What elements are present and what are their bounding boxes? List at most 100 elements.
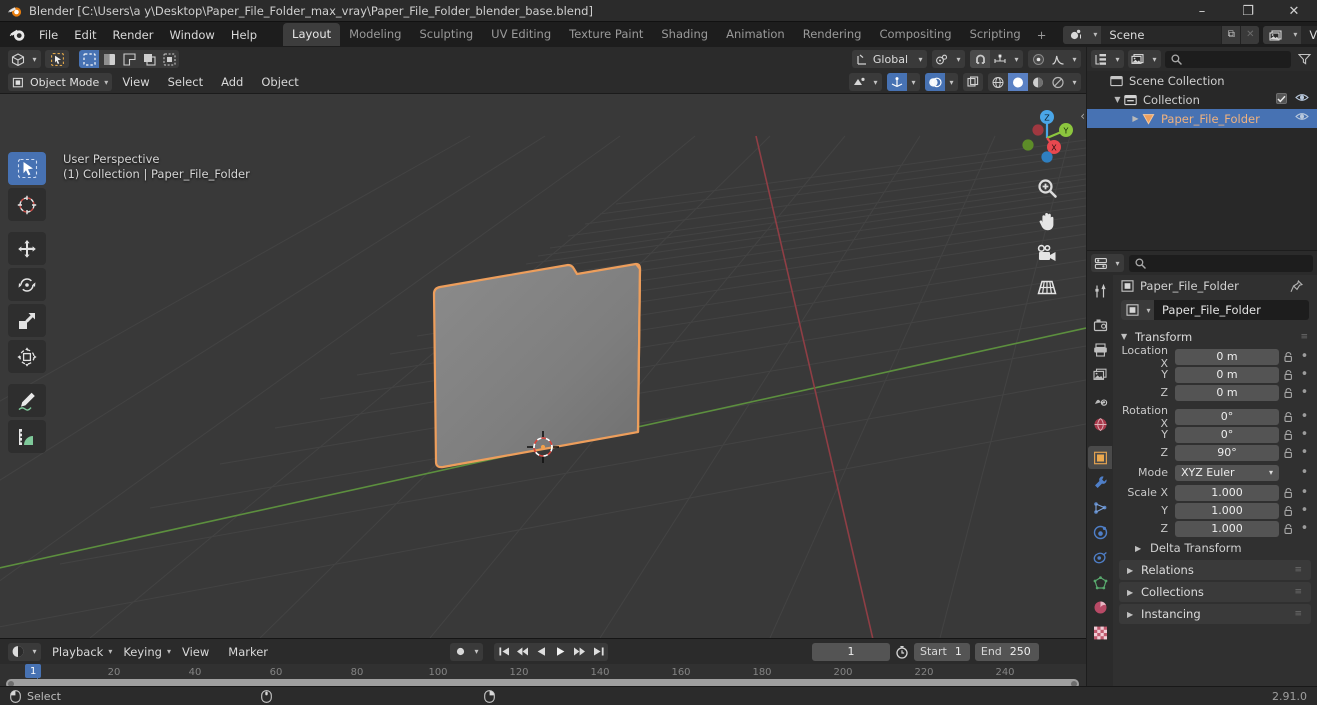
panel-drag-handle[interactable]: ≡: [1294, 587, 1311, 597]
timeline-ruler[interactable]: 20 40 60 80 100 120 140 160 180 200 220 240 1: [0, 664, 1086, 687]
editor-type-chevron-icon[interactable]: ▾: [28, 50, 41, 68]
maximize-button[interactable]: ❐: [1225, 0, 1271, 22]
lock-icon[interactable]: [1279, 411, 1298, 423]
properties-search-input[interactable]: [1129, 254, 1313, 272]
transform-panel-drag-handle[interactable]: ≡: [1300, 332, 1317, 342]
tab-texture-paint[interactable]: Texture Paint: [560, 23, 652, 46]
auto-key-chevron-icon[interactable]: ▾: [470, 643, 483, 661]
panel-expand-triangle-icon[interactable]: ▶: [1127, 588, 1135, 597]
overlays-toggle-group[interactable]: ▾: [925, 73, 958, 91]
properties-editor-type-selector[interactable]: ▾: [1091, 254, 1124, 272]
animate-property-dot[interactable]: •: [1298, 485, 1311, 500]
animate-property-dot[interactable]: •: [1298, 385, 1311, 400]
tab-layout[interactable]: Layout: [283, 23, 341, 46]
view-layer-selector[interactable]: ▾ View Layer ⧉ ✕: [1263, 25, 1317, 44]
blender-menu-icon[interactable]: [8, 25, 27, 44]
rotation-mode-dropdown[interactable]: XYZ Euler ▾: [1175, 464, 1279, 481]
jump-to-end-button[interactable]: [589, 643, 608, 661]
outliner-visibility-eye-icon[interactable]: [1295, 92, 1309, 103]
render-tab[interactable]: [1088, 313, 1112, 336]
properties-tab-column[interactable]: [1087, 275, 1113, 686]
menu-help[interactable]: Help: [223, 25, 265, 45]
field-value[interactable]: 0 m: [1175, 384, 1279, 401]
shading-chevron-icon[interactable]: ▾: [1068, 73, 1081, 91]
object-tab[interactable]: [1088, 446, 1112, 469]
scene-tab[interactable]: [1088, 388, 1112, 411]
field-value[interactable]: 0 m: [1175, 348, 1279, 365]
proportional-editing-controls[interactable]: ▾: [1028, 50, 1081, 68]
prev-keyframe-button[interactable]: [513, 643, 532, 661]
lock-icon[interactable]: [1279, 523, 1298, 535]
annotate-tool[interactable]: [8, 384, 46, 417]
auto-keying-toggle[interactable]: ▾: [450, 642, 483, 661]
animate-property-dot[interactable]: •: [1298, 427, 1311, 442]
field-value[interactable]: 1.000: [1175, 484, 1279, 501]
new-scene-button[interactable]: ⧉: [1221, 25, 1241, 44]
axis-gizmo[interactable]: X Y Z: [1016, 105, 1078, 167]
lock-icon[interactable]: [1279, 351, 1298, 363]
location-row[interactable]: Y 0 m •: [1113, 366, 1317, 383]
wireframe-shading-icon[interactable]: [988, 73, 1008, 91]
animate-property-dot[interactable]: •: [1298, 367, 1311, 382]
frame-end-field[interactable]: End 250: [974, 642, 1039, 661]
visibility-chevron-icon[interactable]: ▾: [869, 73, 882, 91]
scale-tool[interactable]: [8, 304, 46, 337]
animate-property-dot[interactable]: •: [1298, 409, 1311, 424]
timeline-editor-type-selector[interactable]: ▾: [8, 642, 41, 661]
viewport-menu-object[interactable]: Object: [253, 72, 306, 92]
panel-expand-triangle-icon[interactable]: ▶: [1127, 566, 1135, 575]
outliner-editor-chevron-icon[interactable]: ▾: [1111, 50, 1124, 68]
solid-shading-icon[interactable]: [1008, 73, 1028, 91]
menu-edit[interactable]: Edit: [66, 25, 104, 45]
delta-transform-subpanel[interactable]: ▶ Delta Transform: [1113, 538, 1317, 558]
transform-fields[interactable]: Location X 0 m • Y 0 m • Z 0 m • Rotation X 0° • Y 0°…: [1113, 344, 1317, 461]
rotation-mode-animate-dot[interactable]: •: [1298, 465, 1311, 480]
view-layer-name[interactable]: View Layer: [1301, 26, 1317, 44]
tab-animation[interactable]: Animation: [717, 23, 794, 46]
lock-icon[interactable]: [1279, 447, 1298, 459]
field-value[interactable]: 1.000: [1175, 502, 1279, 519]
tweak-select-tool[interactable]: [8, 152, 46, 185]
view-layer-tab[interactable]: [1088, 363, 1112, 386]
timeline-editor-chevron-icon[interactable]: ▾: [28, 643, 41, 661]
rendered-shading-icon[interactable]: [1048, 73, 1068, 91]
scale-row[interactable]: Y 1.000 •: [1113, 502, 1317, 519]
lock-icon[interactable]: [1279, 505, 1298, 517]
panel-expand-triangle-icon[interactable]: ▶: [1127, 610, 1135, 619]
tab-sculpting[interactable]: Sculpting: [410, 23, 482, 46]
frame-end-value[interactable]: 250: [1008, 645, 1039, 658]
record-icon[interactable]: [450, 643, 470, 661]
frame-start-value[interactable]: 1: [953, 645, 970, 658]
timeline-menu-marker[interactable]: Marker: [220, 642, 276, 662]
keying-chevron-icon[interactable]: ▾: [167, 647, 171, 656]
outliner-search-input[interactable]: [1165, 50, 1291, 68]
lock-icon[interactable]: [1279, 429, 1298, 441]
animate-property-dot[interactable]: •: [1298, 445, 1311, 460]
menu-render[interactable]: Render: [105, 25, 162, 45]
field-value[interactable]: 0°: [1175, 426, 1279, 443]
delta-transform-triangle-icon[interactable]: ▶: [1135, 544, 1143, 553]
tab-scripting[interactable]: Scripting: [961, 23, 1030, 46]
animate-property-dot[interactable]: •: [1298, 521, 1311, 536]
modifier-tab[interactable]: [1088, 471, 1112, 494]
gizmo-icon[interactable]: [887, 73, 907, 91]
playhead-marker[interactable]: 1: [25, 664, 42, 678]
outliner-disclosure-triangle-icon[interactable]: ▼: [1111, 95, 1124, 104]
viewport-menu-view[interactable]: View: [114, 72, 157, 92]
tab-rendering[interactable]: Rendering: [794, 23, 871, 46]
constraint-tab[interactable]: [1088, 546, 1112, 569]
collapsed-panel-header[interactable]: ▶ Collections ≡: [1119, 582, 1311, 602]
field-value[interactable]: 0°: [1175, 408, 1279, 425]
menu-file[interactable]: File: [31, 25, 66, 45]
play-reverse-button[interactable]: [532, 643, 551, 661]
view-layer-dropdown-chevron-icon[interactable]: ▾: [1289, 25, 1302, 44]
select-extend-icon[interactable]: [99, 50, 119, 68]
add-workspace-button[interactable]: +: [1030, 24, 1054, 46]
object-name-field[interactable]: ▾ Paper_File_Folder: [1121, 300, 1309, 320]
outliner-disclosure-triangle-icon[interactable]: ▶: [1129, 114, 1142, 123]
field-value[interactable]: 0 m: [1175, 366, 1279, 383]
close-button[interactable]: ✕: [1271, 0, 1317, 22]
lock-icon[interactable]: [1279, 487, 1298, 499]
tab-compositing[interactable]: Compositing: [870, 23, 960, 46]
panel-drag-handle[interactable]: ≡: [1294, 565, 1311, 575]
